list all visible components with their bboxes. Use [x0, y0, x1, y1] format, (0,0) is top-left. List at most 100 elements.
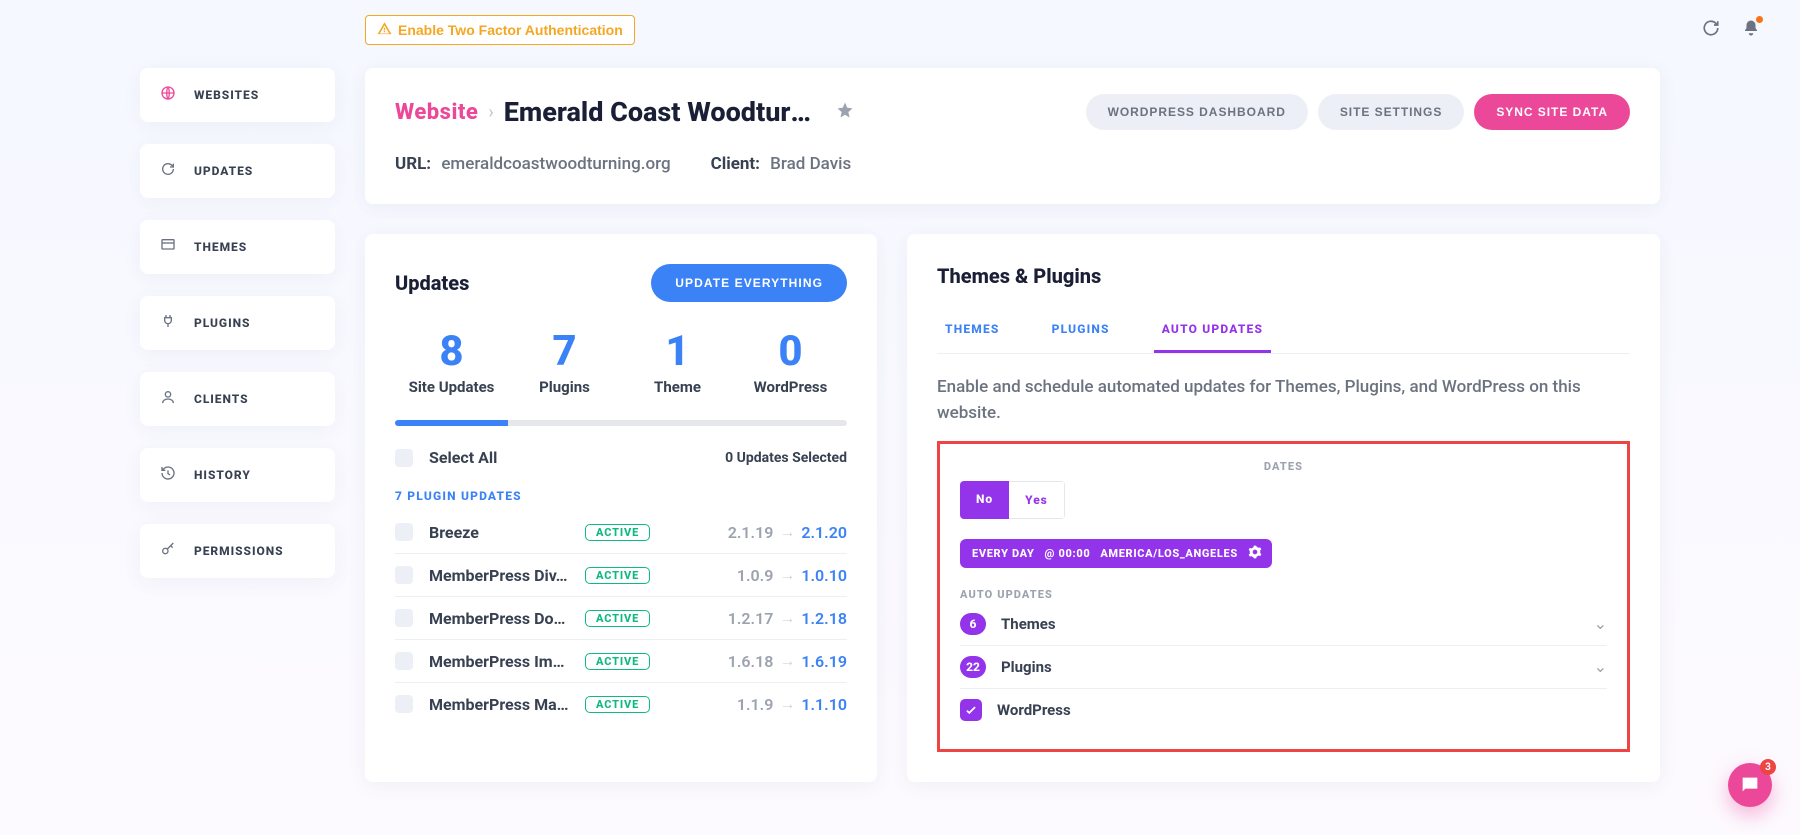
select-all-checkbox[interactable] — [395, 449, 413, 467]
plugin-row[interactable]: MemberPress Im…Active1.6.18→1.6.19 — [395, 639, 847, 682]
auto-updates-row-plugins[interactable]: 22 Plugins ⌄ — [960, 646, 1607, 689]
notification-dot — [1756, 16, 1763, 23]
sidebar-item-plugins[interactable]: Plugins — [140, 296, 335, 350]
progress-bar — [395, 420, 847, 426]
update-everything-button[interactable]: Update Everything — [651, 264, 847, 302]
arrow-right-icon: → — [779, 608, 795, 628]
plugin-checkbox[interactable] — [395, 609, 413, 627]
url-value[interactable]: emeraldcoastwoodturning.org — [441, 154, 670, 174]
key-icon — [160, 541, 176, 561]
auto-updates-description: Enable and schedule automated updates fo… — [937, 374, 1630, 427]
auto-updates-toggle[interactable]: No Yes — [960, 481, 1065, 519]
plugin-name: MemberPress Ma… — [429, 695, 569, 714]
schedule-chip[interactable]: Every Day @ 00:00 America/Los_Angeles — [960, 539, 1272, 568]
sidebar-item-label: Clients — [194, 392, 249, 406]
version-to: 1.1.10 — [801, 695, 847, 714]
arrow-right-icon: → — [779, 651, 795, 671]
plugin-row[interactable]: MemberPress Ma…Active1.1.9→1.1.10 — [395, 682, 847, 725]
plugin-checkbox[interactable] — [395, 652, 413, 670]
status-badge: Active — [585, 653, 650, 670]
select-all-label[interactable]: Select All — [429, 448, 497, 467]
plugin-updates-heading: 7 Plugin Updates — [395, 489, 847, 503]
site-settings-button[interactable]: Site Settings — [1318, 94, 1465, 130]
site-header-card: Website › Emerald Coast Woodturni… WordP… — [365, 68, 1660, 204]
arrow-right-icon: → — [779, 694, 795, 714]
tab-plugins[interactable]: Plugins — [1044, 310, 1118, 353]
arrow-right-icon: → — [779, 565, 795, 585]
plugin-name: Breeze — [429, 523, 569, 542]
tab-auto-updates[interactable]: Auto Updates — [1154, 310, 1271, 353]
plugin-name: MemberPress Do… — [429, 609, 569, 628]
auto-updates-row-wordpress[interactable]: WordPress — [960, 689, 1607, 731]
status-badge: Active — [585, 610, 650, 627]
stat-theme[interactable]: 1 Theme — [621, 327, 734, 396]
refresh-icon — [160, 161, 176, 181]
plugin-row[interactable]: MemberPress Div…Active1.0.9→1.0.10 — [395, 553, 847, 596]
version-from: 2.1.19 — [728, 523, 774, 542]
refresh-icon[interactable] — [1702, 19, 1720, 41]
updates-title: Updates — [395, 271, 469, 295]
plugin-checkbox[interactable] — [395, 695, 413, 713]
count-badge: 22 — [960, 656, 986, 678]
updates-selected-count: 0 Updates Selected — [725, 450, 847, 466]
version-from: 1.6.18 — [728, 652, 774, 671]
arrow-right-icon: → — [779, 522, 795, 542]
chat-badge: 3 — [1760, 759, 1776, 775]
sidebar-item-label: Themes — [194, 240, 247, 254]
plugin-row[interactable]: Breeze Active 2.1.19 → 2.1.20 — [395, 511, 847, 553]
tab-themes[interactable]: Themes — [937, 310, 1008, 353]
plugin-name: MemberPress Im… — [429, 652, 569, 671]
bell-icon[interactable] — [1742, 19, 1760, 41]
wordpress-dashboard-button[interactable]: WordPress Dashboard — [1086, 94, 1308, 130]
gear-icon[interactable] — [1248, 545, 1262, 562]
sidebar-item-websites[interactable]: Websites — [140, 68, 335, 122]
chevron-right-icon: › — [488, 102, 493, 123]
layout-icon — [160, 237, 176, 257]
url-label: URL: — [395, 154, 431, 174]
count-badge: 6 — [960, 613, 986, 635]
stat-plugins[interactable]: 7 Plugins — [508, 327, 621, 396]
sidebar-item-history[interactable]: History — [140, 448, 335, 502]
sidebar-item-label: History — [194, 468, 251, 482]
plugin-checkbox[interactable] — [395, 566, 413, 584]
sidebar-item-updates[interactable]: Updates — [140, 144, 335, 198]
schedule-field-label: DATES — [960, 460, 1607, 473]
stat-wordpress[interactable]: 0 WordPress — [734, 327, 847, 396]
sync-site-data-button[interactable]: Sync Site Data — [1474, 94, 1630, 130]
client-value[interactable]: Brad Davis — [770, 154, 851, 174]
chevron-down-icon: ⌄ — [1594, 614, 1607, 633]
auto-updates-row-themes[interactable]: 6 Themes ⌄ — [960, 603, 1607, 646]
sidebar-item-themes[interactable]: Themes — [140, 220, 335, 274]
enable-2fa-label: Enable Two Factor Authentication — [398, 22, 623, 38]
sidebar-item-permissions[interactable]: Permissions — [140, 524, 335, 578]
themes-plugins-title: Themes & Plugins — [937, 264, 1630, 288]
star-icon[interactable] — [836, 101, 854, 123]
plugin-checkbox[interactable] — [395, 523, 413, 541]
themes-plugins-card: Themes & Plugins Themes Plugins Auto Upd… — [907, 234, 1660, 782]
globe-icon — [160, 85, 176, 105]
updates-card: Updates Update Everything 8 Site Updates… — [365, 234, 877, 782]
plug-icon — [160, 313, 176, 333]
plugin-row[interactable]: MemberPress Do…Active1.2.17→1.2.18 — [395, 596, 847, 639]
wordpress-checkbox[interactable] — [960, 699, 982, 721]
toggle-yes[interactable]: Yes — [1009, 481, 1065, 519]
version-to: 1.2.18 — [801, 609, 847, 628]
sidebar-item-label: Permissions — [194, 544, 284, 558]
sidebar-item-label: Websites — [194, 88, 259, 102]
sidebar-item-clients[interactable]: Clients — [140, 372, 335, 426]
stat-site-updates[interactable]: 8 Site Updates — [395, 327, 508, 396]
version-from: 1.1.9 — [737, 695, 774, 714]
auto-updates-label: Auto Updates — [960, 588, 1607, 601]
toggle-no[interactable]: No — [960, 481, 1009, 519]
status-badge: Active — [585, 567, 650, 584]
client-label: Client: — [711, 154, 760, 174]
version-to: 2.1.20 — [801, 523, 847, 542]
version-from: 1.0.9 — [737, 566, 774, 585]
sidebar-item-label: Updates — [194, 164, 253, 178]
chat-fab[interactable]: 3 — [1728, 763, 1772, 807]
status-badge: Active — [585, 524, 650, 541]
breadcrumb-website[interactable]: Website — [395, 100, 478, 125]
enable-2fa-button[interactable]: Enable Two Factor Authentication — [365, 15, 635, 45]
highlighted-region: DATES No Yes Every Day @ 00:00 America/L… — [937, 441, 1630, 752]
sidebar: Websites Updates Themes Plugins Clients … — [0, 68, 365, 782]
